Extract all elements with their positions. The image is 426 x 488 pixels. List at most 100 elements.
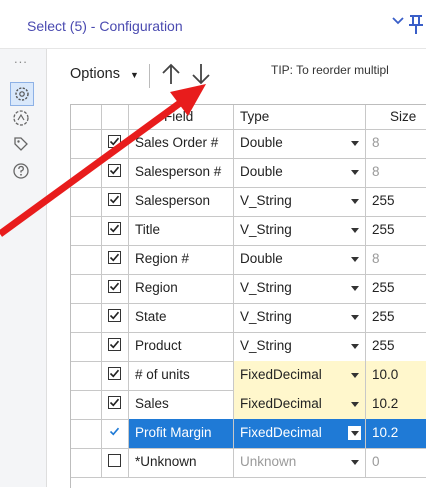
checkbox-unchecked[interactable]: [108, 454, 121, 467]
field-name-cell[interactable]: Profit Margin: [129, 419, 234, 448]
options-caret-icon[interactable]: ▼: [130, 70, 139, 80]
table-row[interactable]: # of units FixedDecimal 10.0: [71, 361, 426, 391]
dropdown-caret-icon[interactable]: [348, 339, 361, 353]
field-name-cell[interactable]: *Unknown: [129, 448, 234, 477]
dropdown-caret-icon[interactable]: [348, 136, 361, 150]
size-cell[interactable]: 255: [366, 332, 426, 361]
type-dropdown[interactable]: [343, 448, 365, 477]
table-row[interactable]: Salesperson # Double 8: [71, 158, 426, 188]
row-header-cell[interactable]: [71, 390, 102, 419]
dropdown-caret-icon[interactable]: [348, 368, 361, 382]
dropdown-caret-icon[interactable]: [348, 310, 361, 324]
field-name-cell[interactable]: Region: [129, 274, 234, 303]
help-icon[interactable]: [10, 160, 32, 182]
type-select-cell[interactable]: FixedDecimal: [234, 361, 366, 390]
type-select-cell[interactable]: V_String: [234, 303, 366, 332]
type-dropdown[interactable]: [343, 390, 365, 419]
checkbox-checked[interactable]: [108, 164, 121, 177]
field-name-cell[interactable]: State: [129, 303, 234, 332]
type-dropdown[interactable]: [343, 303, 365, 332]
checkbox-checked[interactable]: [108, 222, 121, 235]
field-name-cell[interactable]: Region #: [129, 245, 234, 274]
table-row[interactable]: Title V_String 255: [71, 216, 426, 246]
table-row[interactable]: *Unknown Unknown 0: [71, 448, 426, 478]
size-cell[interactable]: 255: [366, 187, 426, 216]
type-dropdown[interactable]: [343, 274, 365, 303]
arrow-up-icon[interactable]: [160, 61, 182, 87]
type-dropdown[interactable]: [343, 332, 365, 361]
row-header-cell[interactable]: [71, 448, 102, 477]
size-cell[interactable]: 8: [366, 158, 426, 187]
dropdown-caret-icon[interactable]: [348, 426, 361, 440]
field-name-cell[interactable]: Sales: [129, 390, 234, 419]
dropdown-caret-icon[interactable]: [348, 281, 361, 295]
type-dropdown[interactable]: [343, 216, 365, 245]
table-row[interactable]: Region # Double 8: [71, 245, 426, 275]
type-select-cell[interactable]: V_String: [234, 216, 366, 245]
type-dropdown[interactable]: [343, 129, 365, 158]
row-header-cell[interactable]: [71, 158, 102, 187]
checkbox-checked[interactable]: [108, 396, 121, 409]
row-header-cell[interactable]: [71, 187, 102, 216]
type-dropdown[interactable]: [343, 361, 365, 390]
row-header-cell[interactable]: [71, 216, 102, 245]
type-select-cell[interactable]: Double: [234, 245, 366, 274]
row-header-cell[interactable]: [71, 332, 102, 361]
table-row[interactable]: Product V_String 255: [71, 332, 426, 362]
field-name-cell[interactable]: Sales Order #: [129, 129, 234, 158]
dropdown-caret-icon[interactable]: [348, 397, 361, 411]
pin-icon[interactable]: [406, 12, 426, 36]
dropdown-caret-icon[interactable]: [348, 165, 361, 179]
checkbox-checked[interactable]: [108, 251, 121, 264]
type-select-cell[interactable]: FixedDecimal: [234, 390, 366, 419]
type-dropdown[interactable]: [343, 158, 365, 187]
field-name-cell[interactable]: Title: [129, 216, 234, 245]
type-select-cell[interactable]: V_String: [234, 274, 366, 303]
table-row[interactable]: Profit Margin FixedDecimal 10.2: [71, 419, 426, 449]
size-cell[interactable]: 255: [366, 216, 426, 245]
checkbox-checked[interactable]: [108, 425, 121, 438]
checkbox-checked[interactable]: [108, 135, 121, 148]
arrow-down-icon[interactable]: [190, 61, 212, 87]
field-name-cell[interactable]: Salesperson #: [129, 158, 234, 187]
table-row[interactable]: Region V_String 255: [71, 274, 426, 304]
row-header-cell[interactable]: [71, 361, 102, 390]
field-name-cell[interactable]: Salesperson: [129, 187, 234, 216]
configuration-gear-icon[interactable]: [10, 82, 34, 106]
tag-icon[interactable]: [10, 133, 32, 155]
size-cell[interactable]: 8: [366, 245, 426, 274]
type-select-cell[interactable]: V_String: [234, 187, 366, 216]
checkbox-checked[interactable]: [108, 280, 121, 293]
column-header-type[interactable]: Type: [234, 105, 366, 129]
table-row[interactable]: Salesperson V_String 255: [71, 187, 426, 217]
chevron-down-icon[interactable]: [391, 14, 405, 28]
column-header-size[interactable]: Size: [366, 105, 426, 129]
size-cell[interactable]: 255: [366, 303, 426, 332]
row-header-cell[interactable]: [71, 303, 102, 332]
size-cell[interactable]: 255: [366, 274, 426, 303]
field-name-cell[interactable]: # of units: [129, 361, 234, 390]
dropdown-caret-icon[interactable]: [348, 223, 361, 237]
checkbox-checked[interactable]: [108, 367, 121, 380]
checkbox-checked[interactable]: [108, 338, 121, 351]
dropdown-caret-icon[interactable]: [348, 252, 361, 266]
row-header-cell[interactable]: [71, 419, 102, 448]
type-dropdown[interactable]: [343, 187, 365, 216]
field-name-cell[interactable]: Product: [129, 332, 234, 361]
size-cell[interactable]: 10.0: [366, 361, 426, 390]
type-select-cell[interactable]: V_String: [234, 332, 366, 361]
size-cell[interactable]: 0: [366, 448, 426, 477]
dropdown-caret-icon[interactable]: [348, 194, 361, 208]
type-dropdown[interactable]: [343, 419, 365, 448]
table-row[interactable]: State V_String 255: [71, 303, 426, 333]
dropdown-caret-icon[interactable]: [348, 455, 361, 469]
annotation-icon[interactable]: [10, 107, 32, 129]
size-cell[interactable]: 10.2: [366, 419, 426, 448]
type-select-cell[interactable]: Unknown: [234, 448, 366, 477]
table-row[interactable]: Sales Order # Double 8: [71, 129, 426, 159]
checkbox-checked[interactable]: [108, 193, 121, 206]
options-menu[interactable]: Options: [70, 66, 120, 82]
type-select-cell[interactable]: Double: [234, 158, 366, 187]
column-header-field[interactable]: Field: [129, 105, 234, 129]
type-dropdown[interactable]: [343, 245, 365, 274]
